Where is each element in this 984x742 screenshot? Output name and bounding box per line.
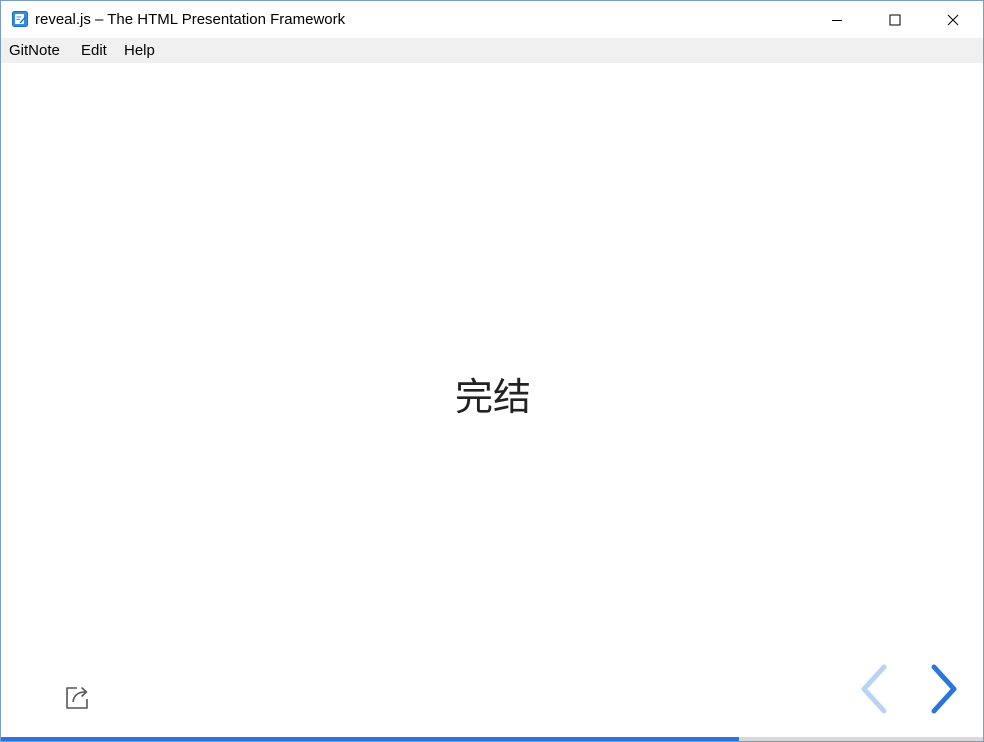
- chevron-right-icon[interactable]: [925, 663, 961, 715]
- share-export-icon[interactable]: [63, 681, 93, 711]
- chevron-left-icon[interactable]: [857, 663, 893, 715]
- minimize-button[interactable]: [808, 1, 866, 38]
- maximize-icon: [889, 14, 901, 25]
- menu-edit[interactable]: Edit: [81, 42, 107, 60]
- menu-gitnote[interactable]: GitNote: [9, 42, 60, 60]
- app-icon: [12, 11, 28, 27]
- minimize-icon: [832, 19, 842, 21]
- menu-bar: GitNote Edit Help: [1, 38, 983, 63]
- close-button[interactable]: [924, 1, 982, 38]
- title-bar[interactable]: reveal.js – The HTML Presentation Framew…: [1, 1, 983, 38]
- presentation-slide: 完结: [1, 63, 983, 737]
- app-window: reveal.js – The HTML Presentation Framew…: [0, 0, 984, 742]
- window-title: reveal.js – The HTML Presentation Framew…: [35, 11, 346, 28]
- close-icon: [947, 14, 959, 25]
- progress-fill: [1, 737, 739, 741]
- slide-heading: 完结: [454, 375, 531, 419]
- menu-help[interactable]: Help: [124, 42, 155, 60]
- progress-bar[interactable]: [1, 737, 983, 741]
- maximize-button[interactable]: [866, 1, 924, 38]
